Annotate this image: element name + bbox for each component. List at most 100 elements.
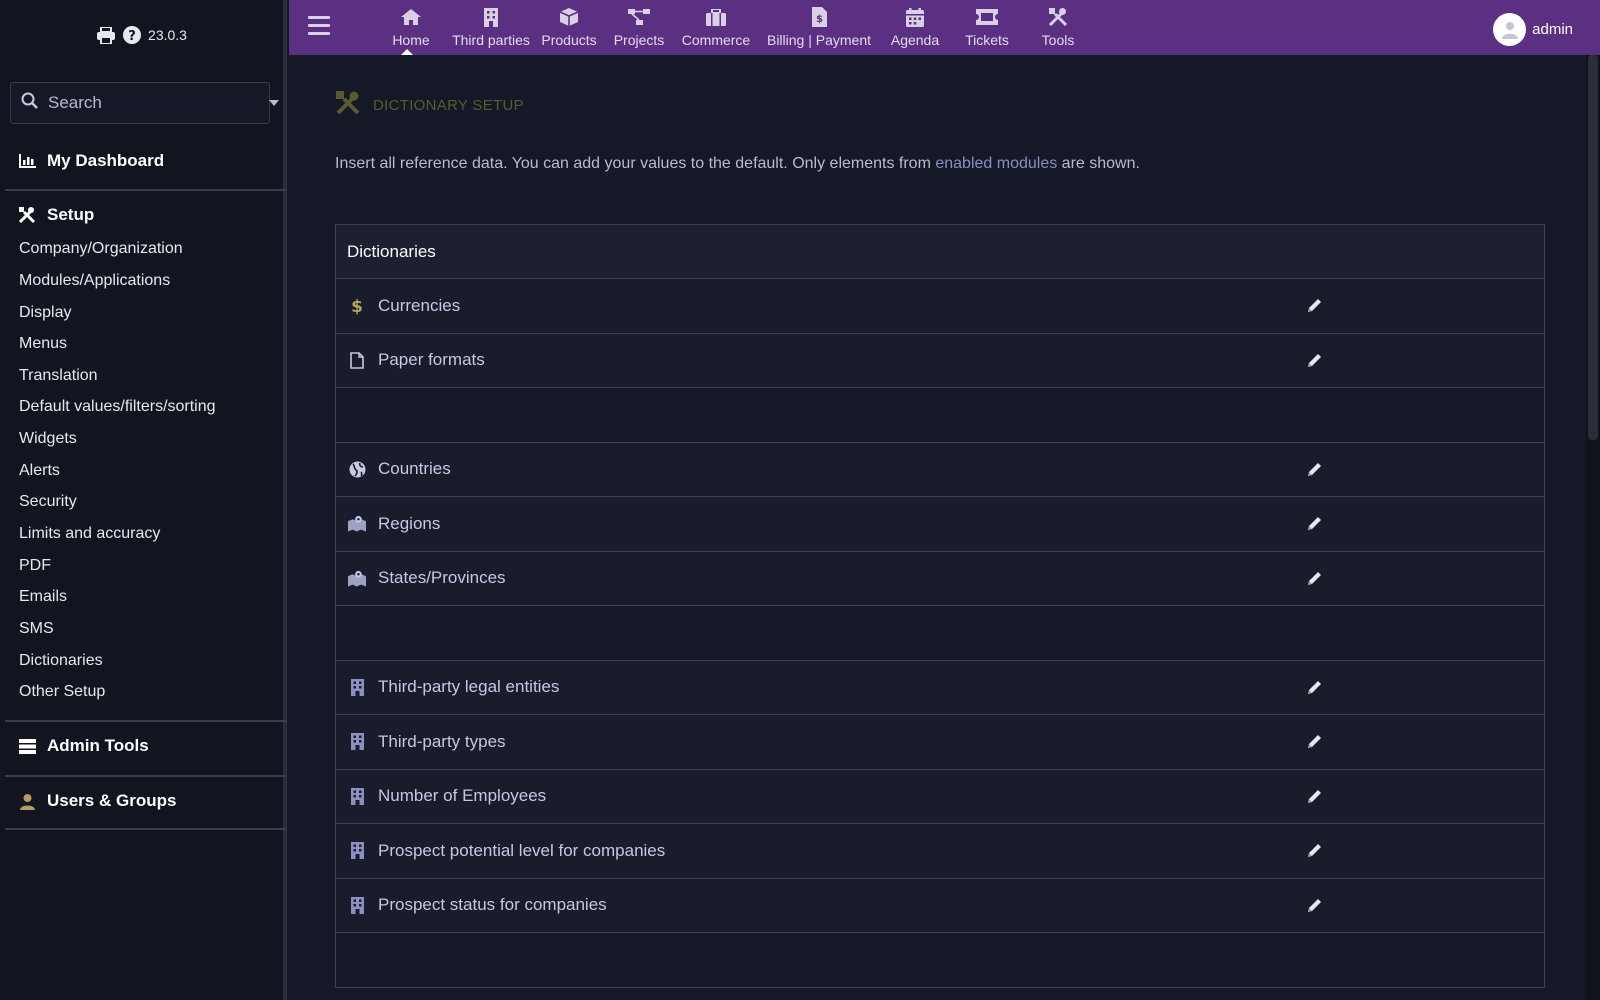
- chevron-down-icon[interactable]: [269, 100, 279, 106]
- print-icon[interactable]: [96, 25, 116, 45]
- setup-item-widgets[interactable]: Widgets: [19, 430, 77, 448]
- setup-item-menus[interactable]: Menus: [19, 335, 67, 353]
- table-row: Countries: [336, 442, 1544, 497]
- search-box[interactable]: [10, 82, 279, 124]
- row-label[interactable]: Prospect status for companies: [378, 895, 607, 915]
- cube-icon: [558, 6, 580, 28]
- nav-third-parties[interactable]: Third parties: [451, 0, 531, 55]
- table-row: Paper formats: [336, 333, 1544, 388]
- edit-pencil-icon[interactable]: [1304, 732, 1324, 752]
- avatar: [1493, 13, 1527, 46]
- row-label[interactable]: Number of Employees: [378, 786, 546, 806]
- setup-label: Setup: [47, 205, 95, 224]
- menu-setup[interactable]: Setup: [5, 202, 287, 228]
- top-navbar: Home Third parties Products Projects Com…: [289, 0, 1600, 55]
- sidebar-divider: [5, 720, 287, 722]
- hamburger-menu-icon[interactable]: [308, 16, 330, 36]
- setup-item-sms[interactable]: SMS: [19, 620, 54, 638]
- edit-pencil-icon[interactable]: [1304, 568, 1324, 588]
- table-row: Prospect potential level for companies: [336, 824, 1544, 879]
- setup-item-alerts[interactable]: Alerts: [19, 462, 60, 480]
- edit-pencil-icon[interactable]: [1304, 296, 1324, 316]
- map-icon: [348, 569, 366, 587]
- svg-text:$: $: [351, 297, 363, 315]
- sidebar-header: ? 23.0.3: [0, 0, 283, 70]
- table-row-spacer: [336, 388, 1544, 443]
- setup-item-limits[interactable]: Limits and accuracy: [19, 525, 160, 543]
- row-label[interactable]: Countries: [378, 459, 451, 479]
- edit-pencil-icon[interactable]: [1304, 677, 1324, 697]
- briefcase-icon: [705, 6, 727, 28]
- setup-item-security[interactable]: Security: [19, 493, 77, 511]
- edit-pencil-icon[interactable]: [1304, 350, 1324, 370]
- building-icon: [348, 678, 366, 696]
- setup-item-display[interactable]: Display: [19, 304, 71, 322]
- invoice-icon: $: [808, 6, 830, 28]
- nav-tickets[interactable]: Tickets: [959, 0, 1015, 55]
- help-icon[interactable]: ?: [122, 25, 142, 45]
- setup-item-defaults[interactable]: Default values/filters/sorting: [19, 398, 216, 416]
- building-icon: [480, 6, 502, 28]
- row-label[interactable]: Paper formats: [378, 350, 485, 370]
- table-row: Third-party legal entities: [336, 660, 1544, 715]
- chart-icon: [18, 152, 36, 170]
- row-label[interactable]: Currencies: [378, 296, 460, 316]
- building-icon: [348, 896, 366, 914]
- setup-item-modules[interactable]: Modules/Applications: [19, 272, 170, 290]
- page-title: DICTIONARY SETUP: [335, 90, 524, 121]
- svg-text:?: ?: [128, 29, 136, 44]
- search-icon: [21, 92, 38, 114]
- edit-pencil-icon[interactable]: [1304, 459, 1324, 479]
- menu-users-groups[interactable]: Users & Groups: [5, 788, 287, 814]
- page-scrollbar-thumb[interactable]: [1588, 55, 1598, 440]
- row-label[interactable]: Prospect potential level for companies: [378, 841, 665, 861]
- sidebar-divider: [5, 828, 287, 830]
- nav-billing-payment[interactable]: $ Billing | Payment: [764, 0, 874, 55]
- setup-item-pdf[interactable]: PDF: [19, 557, 51, 575]
- search-input[interactable]: [48, 93, 269, 113]
- ticket-icon: [976, 6, 998, 28]
- setup-item-dictionaries[interactable]: Dictionaries: [19, 652, 103, 670]
- table-row: Regions: [336, 497, 1544, 552]
- sidebar-divider: [5, 189, 287, 191]
- svg-text:$: $: [816, 14, 823, 25]
- edit-pencil-icon[interactable]: [1304, 786, 1324, 806]
- user-menu[interactable]: admin: [1493, 13, 1573, 46]
- intro-text: Insert all reference data. You can add y…: [335, 155, 1140, 173]
- map-icon: [348, 515, 366, 533]
- setup-item-company[interactable]: Company/Organization: [19, 240, 183, 258]
- nav-home[interactable]: Home: [379, 0, 443, 55]
- intro-text-before: Insert all reference data. You can add y…: [335, 155, 936, 172]
- globe-icon: [348, 460, 366, 478]
- admin-tools-label: Admin Tools: [47, 736, 149, 755]
- table-row: Third-party types: [336, 715, 1544, 770]
- tools-icon: [18, 206, 36, 224]
- enabled-modules-link[interactable]: enabled modules: [935, 155, 1057, 172]
- left-sidebar: ? 23.0.3 My Dashboard Setup Company/Orga…: [0, 0, 287, 1000]
- nav-billing-payment-label: Billing | Payment: [766, 32, 871, 48]
- nav-third-parties-label: Third parties: [452, 32, 530, 48]
- row-label[interactable]: Third-party legal entities: [378, 677, 559, 697]
- edit-pencil-icon[interactable]: [1304, 895, 1324, 915]
- tools-icon: [1047, 6, 1069, 28]
- menu-admin-tools[interactable]: Admin Tools: [5, 733, 287, 759]
- home-icon: [400, 6, 422, 28]
- setup-item-emails[interactable]: Emails: [19, 588, 67, 606]
- server-icon: [18, 737, 36, 755]
- edit-pencil-icon[interactable]: [1304, 514, 1324, 534]
- users-groups-label: Users & Groups: [47, 791, 177, 810]
- menu-dashboard[interactable]: My Dashboard: [5, 148, 287, 174]
- setup-item-translation[interactable]: Translation: [19, 367, 98, 385]
- row-label[interactable]: Regions: [378, 514, 440, 534]
- nav-products-label: Products: [541, 32, 597, 48]
- project-icon: [628, 6, 650, 28]
- nav-agenda[interactable]: Agenda: [887, 0, 943, 55]
- nav-projects[interactable]: Projects: [611, 0, 667, 55]
- edit-pencil-icon[interactable]: [1304, 841, 1324, 861]
- nav-commerce[interactable]: Commerce: [679, 0, 753, 55]
- row-label[interactable]: States/Provinces: [378, 568, 506, 588]
- row-label[interactable]: Third-party types: [378, 732, 506, 752]
- nav-tools[interactable]: Tools: [1033, 0, 1083, 55]
- setup-item-other[interactable]: Other Setup: [19, 683, 105, 701]
- nav-products[interactable]: Products: [539, 0, 599, 55]
